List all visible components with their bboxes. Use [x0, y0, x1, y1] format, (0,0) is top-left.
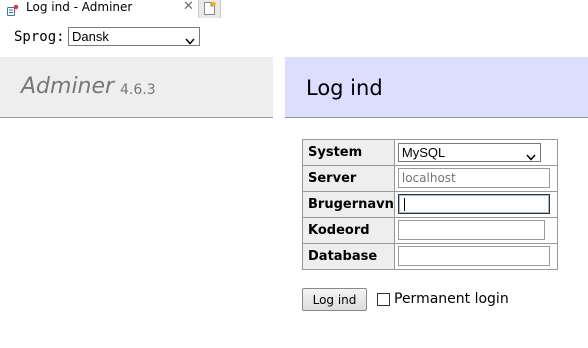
close-icon[interactable]: ✕: [183, 0, 194, 14]
username-label: Brugernavn: [302, 191, 395, 218]
database-cell: [393, 243, 558, 270]
system-label: System: [302, 139, 395, 166]
tab-title: Log ind - Adminer: [26, 0, 133, 14]
chevron-down-icon: [526, 149, 536, 161]
page-title: Log ind: [306, 76, 383, 100]
login-form: System MySQL Server Brugernavn: [302, 139, 558, 270]
password-cell: [393, 217, 558, 244]
tab-strip: Log ind - Adminer ✕: [0, 0, 588, 18]
form-row-system: System MySQL: [302, 139, 558, 166]
browser-page: Log ind - Adminer ✕ Sprog: Dansk Adminer…: [0, 0, 588, 348]
server-cell: [393, 165, 558, 192]
form-row-password: Kodeord: [302, 217, 558, 244]
permanent-login-checkbox[interactable]: [377, 293, 390, 306]
system-cell: MySQL: [393, 139, 558, 166]
username-input[interactable]: [397, 194, 550, 214]
text-cursor: [403, 198, 405, 211]
adminer-favicon-icon: [6, 2, 19, 16]
system-select[interactable]: MySQL: [397, 143, 541, 162]
chevron-down-icon: [185, 33, 195, 45]
server-label: Server: [302, 165, 395, 192]
language-selected: Dansk: [72, 29, 109, 44]
permanent-login-label[interactable]: Permanent login: [394, 290, 509, 308]
language-select[interactable]: Dansk: [68, 27, 200, 46]
new-tab-icon: [203, 1, 216, 16]
username-cell: [393, 191, 558, 218]
database-label: Database: [302, 243, 395, 270]
tab-adminer[interactable]: Log ind - Adminer ✕: [0, 0, 199, 18]
system-selected: MySQL: [401, 145, 446, 160]
server-input[interactable]: [397, 168, 550, 188]
password-input[interactable]: [397, 220, 545, 240]
password-label: Kodeord: [302, 217, 395, 244]
app-name[interactable]: Adminer: [21, 73, 114, 101]
form-row-username: Brugernavn: [302, 191, 558, 218]
form-row-database: Database: [302, 243, 558, 270]
app-version: 4.6.3: [120, 82, 156, 98]
form-row-server: Server: [302, 165, 558, 192]
login-button[interactable]: Log ind: [302, 288, 367, 311]
new-tab-button[interactable]: [199, 0, 221, 18]
language-label: Sprog:: [14, 29, 65, 45]
database-input[interactable]: [397, 246, 550, 266]
